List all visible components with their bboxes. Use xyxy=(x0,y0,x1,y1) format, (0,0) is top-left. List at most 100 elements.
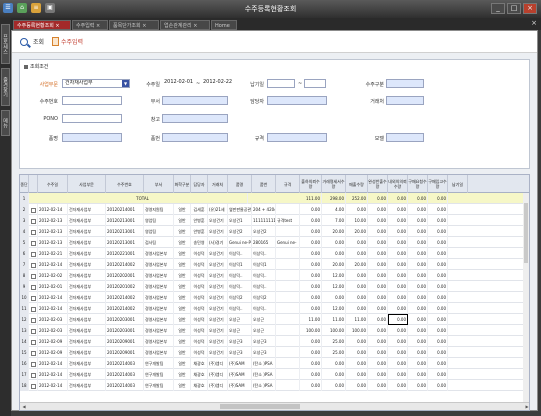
order-entry-button[interactable]: 수주입력 xyxy=(52,37,83,46)
table-cell[interactable]: 100.00 xyxy=(346,325,368,336)
table-cell[interactable]: 건자재사업부 xyxy=(68,303,106,314)
table-cell[interactable]: 이상덕2 xyxy=(228,292,252,303)
column-header[interactable]: 납기일 xyxy=(448,175,468,193)
table-cell[interactable]: 2012-02-13 xyxy=(38,215,68,226)
table-cell[interactable]: 건자재사업부 xyxy=(68,380,106,391)
table-cell[interactable]: 25.00 xyxy=(322,336,346,347)
order-type-field[interactable] xyxy=(386,79,424,88)
table-cell[interactable]: Genui ne- xyxy=(276,237,300,248)
table-cell[interactable]: 0.00 xyxy=(408,237,428,248)
table-cell[interactable]: 2012-02-13 xyxy=(38,237,68,248)
table-cell[interactable]: 2012-02-09 xyxy=(38,336,68,347)
row-checkbox-cell[interactable] xyxy=(29,347,38,358)
row-checkbox[interactable] xyxy=(30,240,36,246)
table-cell[interactable] xyxy=(276,248,300,259)
horizontal-scroll-thumb[interactable] xyxy=(220,404,300,409)
table-cell[interactable]: 영업팀 xyxy=(144,226,174,237)
table-cell[interactable]: 20120214002 xyxy=(106,303,144,314)
table-row[interactable]: 12 2012-02-03 건자재사업부 20120203001 경영사업본부 일반 이성덕… xyxy=(20,314,529,325)
table-cell[interactable]: 연구개발팀 xyxy=(144,380,174,391)
table-cell[interactable]: 0.00 xyxy=(428,248,448,259)
table-cell[interactable]: 0.00 xyxy=(368,380,388,391)
table-cell[interactable] xyxy=(276,369,300,380)
table-cell[interactable]: 20120201002 xyxy=(106,281,144,292)
table-cell[interactable]: 20120209001 xyxy=(106,336,144,347)
table-cell[interactable]: 2012-02-21 xyxy=(38,248,68,259)
close-button[interactable]: × xyxy=(523,3,537,14)
table-cell[interactable] xyxy=(276,270,300,281)
table-cell[interactable] xyxy=(276,380,300,391)
table-cell[interactable]: (유)21세 xyxy=(208,204,228,215)
table-cell[interactable]: 0.00 xyxy=(388,325,408,336)
row-checkbox-cell[interactable] xyxy=(29,226,38,237)
column-header[interactable]: 부서 xyxy=(144,175,174,193)
table-cell[interactable]: 경영사업본부 xyxy=(144,259,174,270)
table-cell[interactable]: 오성건기 xyxy=(208,248,228,259)
table-row[interactable]: 3 2012-02-13 건자재사업부 20120213001 영업팀 일반 안병훈 오성건기… xyxy=(20,215,529,226)
table-cell[interactable]: 2012-02-14 xyxy=(38,303,68,314)
table-cell[interactable]: 안병훈 xyxy=(191,215,208,226)
warehouse-field[interactable] xyxy=(162,114,228,123)
maximize-button[interactable]: □ xyxy=(507,3,521,14)
table-cell[interactable]: 0.00 xyxy=(368,303,388,314)
table-cell[interactable]: 일반 xyxy=(174,248,191,259)
row-checkbox[interactable] xyxy=(30,361,36,367)
row-checkbox[interactable] xyxy=(30,339,36,345)
table-cell[interactable]: 0.00 xyxy=(368,325,388,336)
table-cell[interactable]: 100.00 xyxy=(300,325,322,336)
table-cell[interactable]: 0.00 xyxy=(428,358,448,369)
table-cell[interactable]: 일반 xyxy=(174,336,191,347)
table-cell[interactable]: 건자재사업부 xyxy=(68,325,106,336)
table-cell[interactable]: 0.00 xyxy=(346,303,368,314)
table-cell[interactable]: 건자재사업부 xyxy=(68,336,106,347)
row-checkbox-cell[interactable] xyxy=(29,380,38,391)
table-cell[interactable]: 0.00 xyxy=(428,259,448,270)
table-cell[interactable]: 0.00 xyxy=(300,259,322,270)
table-cell[interactable]: 옆판판물공관 xyxy=(228,204,252,215)
table-cell[interactable]: 오성건기 xyxy=(208,281,228,292)
table-cell[interactable] xyxy=(276,281,300,292)
row-checkbox[interactable] xyxy=(30,218,36,224)
table-cell[interactable]: 0.00 xyxy=(408,248,428,259)
row-checkbox-cell[interactable] xyxy=(29,237,38,248)
row-checkbox-cell[interactable] xyxy=(29,204,38,215)
table-cell[interactable]: 송민영 xyxy=(191,237,208,248)
column-header[interactable] xyxy=(29,175,38,193)
table-cell[interactable]: 0.00 xyxy=(346,248,368,259)
table-cell[interactable]: 2012-02-03 xyxy=(38,314,68,325)
table-cell[interactable]: 0.00 xyxy=(346,336,368,347)
table-cell[interactable]: 0.00 xyxy=(300,380,322,391)
table-cell[interactable]: 0.00 xyxy=(408,369,428,380)
table-cell[interactable]: 11.00 xyxy=(346,314,368,325)
delivery-date-to[interactable] xyxy=(304,79,326,88)
table-cell[interactable]: 0.00 xyxy=(300,292,322,303)
table-cell[interactable]: 0.00 xyxy=(408,303,428,314)
table-cell[interactable]: (주)엠디 xyxy=(208,358,228,369)
table-cell[interactable] xyxy=(276,303,300,314)
table-cell[interactable]: 0.00 xyxy=(300,336,322,347)
table-cell[interactable]: 건자재사업부 xyxy=(68,292,106,303)
table-cell[interactable]: 오성근 xyxy=(228,314,252,325)
table-row[interactable]: 2 2012-02-14 건자재사업부 20120214001 경영지원팀 일반 김세훈 (유… xyxy=(20,204,529,215)
column-header[interactable]: 수주일 xyxy=(38,175,68,193)
column-header[interactable]: 거래처 xyxy=(208,175,228,193)
model-field[interactable] xyxy=(386,133,424,142)
column-header[interactable]: 매출수량 xyxy=(346,175,368,193)
table-cell[interactable]: 0.00 xyxy=(346,358,368,369)
table-cell[interactable]: 0.00 xyxy=(322,369,346,380)
table-cell[interactable]: 이상덕1 xyxy=(252,259,276,270)
table-cell[interactable]: (주)SAM xyxy=(228,358,252,369)
table-cell[interactable]: 0.00 xyxy=(408,215,428,226)
table-cell[interactable]: 0.00 xyxy=(346,204,368,215)
sidebar-tab-process[interactable]: 프로세스 xyxy=(1,24,10,64)
table-cell[interactable]: 건자재사업부 xyxy=(68,226,106,237)
spec-field[interactable] xyxy=(267,133,327,142)
table-cell[interactable]: 건자재사업부 xyxy=(68,248,106,259)
row-checkbox[interactable] xyxy=(30,284,36,290)
table-cell[interactable]: 0.00 xyxy=(346,347,368,358)
table-cell[interactable]: 건자재사업부 xyxy=(68,314,106,325)
table-cell[interactable]: 0.00 xyxy=(368,204,388,215)
table-cell[interactable]: 이성덕 xyxy=(191,248,208,259)
table-cell[interactable]: 이상덕.. xyxy=(228,270,252,281)
table-cell[interactable]: 100.00 xyxy=(322,325,346,336)
